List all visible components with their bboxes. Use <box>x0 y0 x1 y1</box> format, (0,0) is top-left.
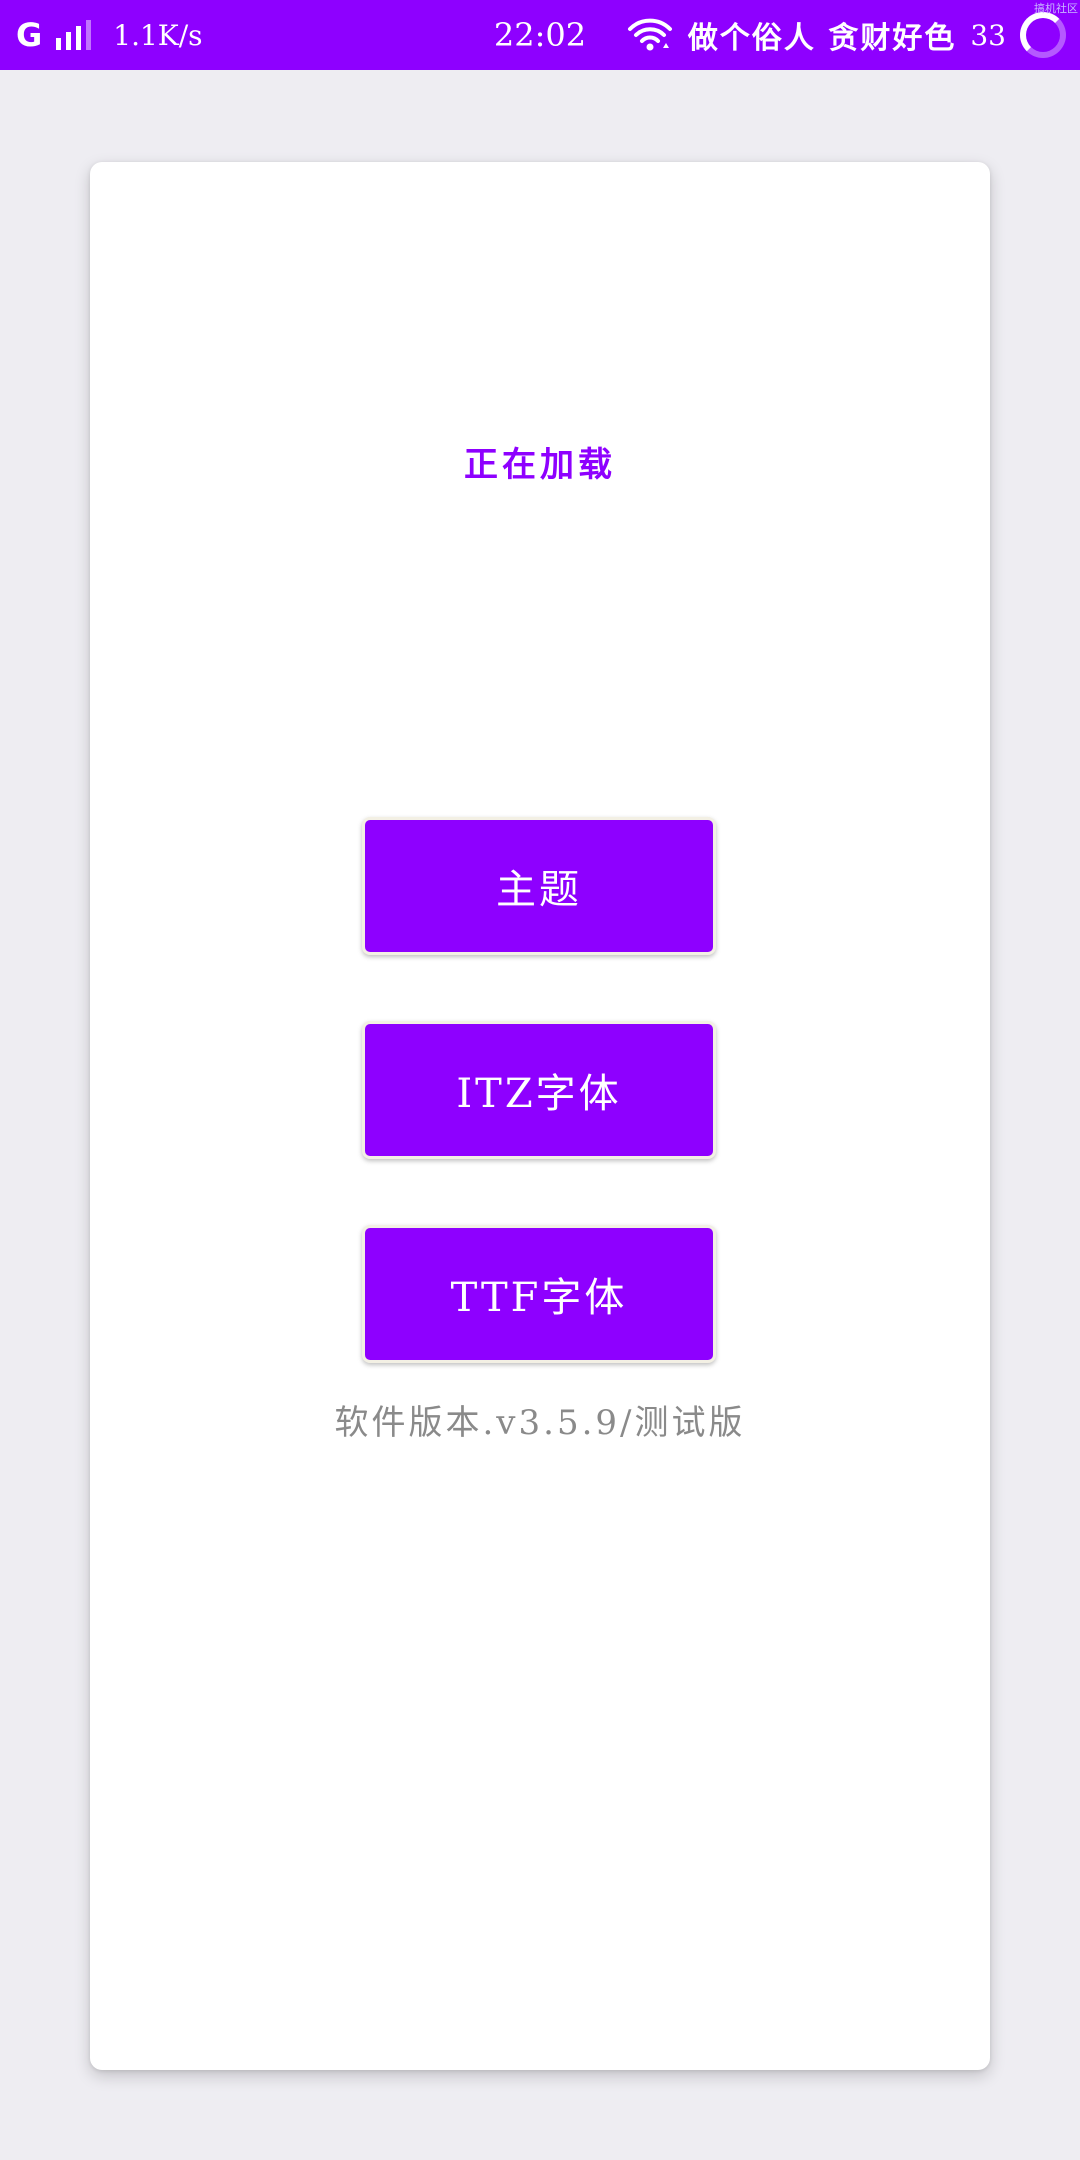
itz-font-button-label: ITZ字体 <box>456 1071 622 1117</box>
carrier-name: 做个俗人 贪财好色 <box>687 21 957 56</box>
status-bar-right: 做个俗人 贪财好色 33 <box>626 0 1066 70</box>
network-type: G <box>16 16 43 54</box>
version-text: 软件版本.v3.5.9/测试版 <box>334 1403 746 1443</box>
theme-button[interactable]: 主题 <box>362 817 716 955</box>
loading-text: 正在加载 <box>464 445 616 485</box>
theme-button-label: 主题 <box>496 867 582 913</box>
itz-font-button[interactable]: ITZ字体 <box>362 1021 716 1159</box>
status-bar-left: G 1.1K/s <box>16 0 203 70</box>
net-speed: 1.1K/s <box>113 18 203 52</box>
wifi-icon <box>627 18 672 51</box>
battery-level: 33 <box>970 18 1006 52</box>
battery-ring-icon <box>1020 12 1066 58</box>
ttf-font-button-label: TTF字体 <box>450 1275 628 1321</box>
signal-strength-icon <box>56 20 92 50</box>
ttf-font-button[interactable]: TTF字体 <box>362 1225 716 1363</box>
status-bar: G 1.1K/s 22:02 做个俗人 贪财好色 33 搞机社区 <box>0 0 1080 70</box>
main-card: 正在加载 主题 ITZ字体 TTF字体 软件版本.v3.5.9/测试版 <box>90 162 990 2070</box>
watermark: 搞机社区 <box>1034 2 1078 15</box>
